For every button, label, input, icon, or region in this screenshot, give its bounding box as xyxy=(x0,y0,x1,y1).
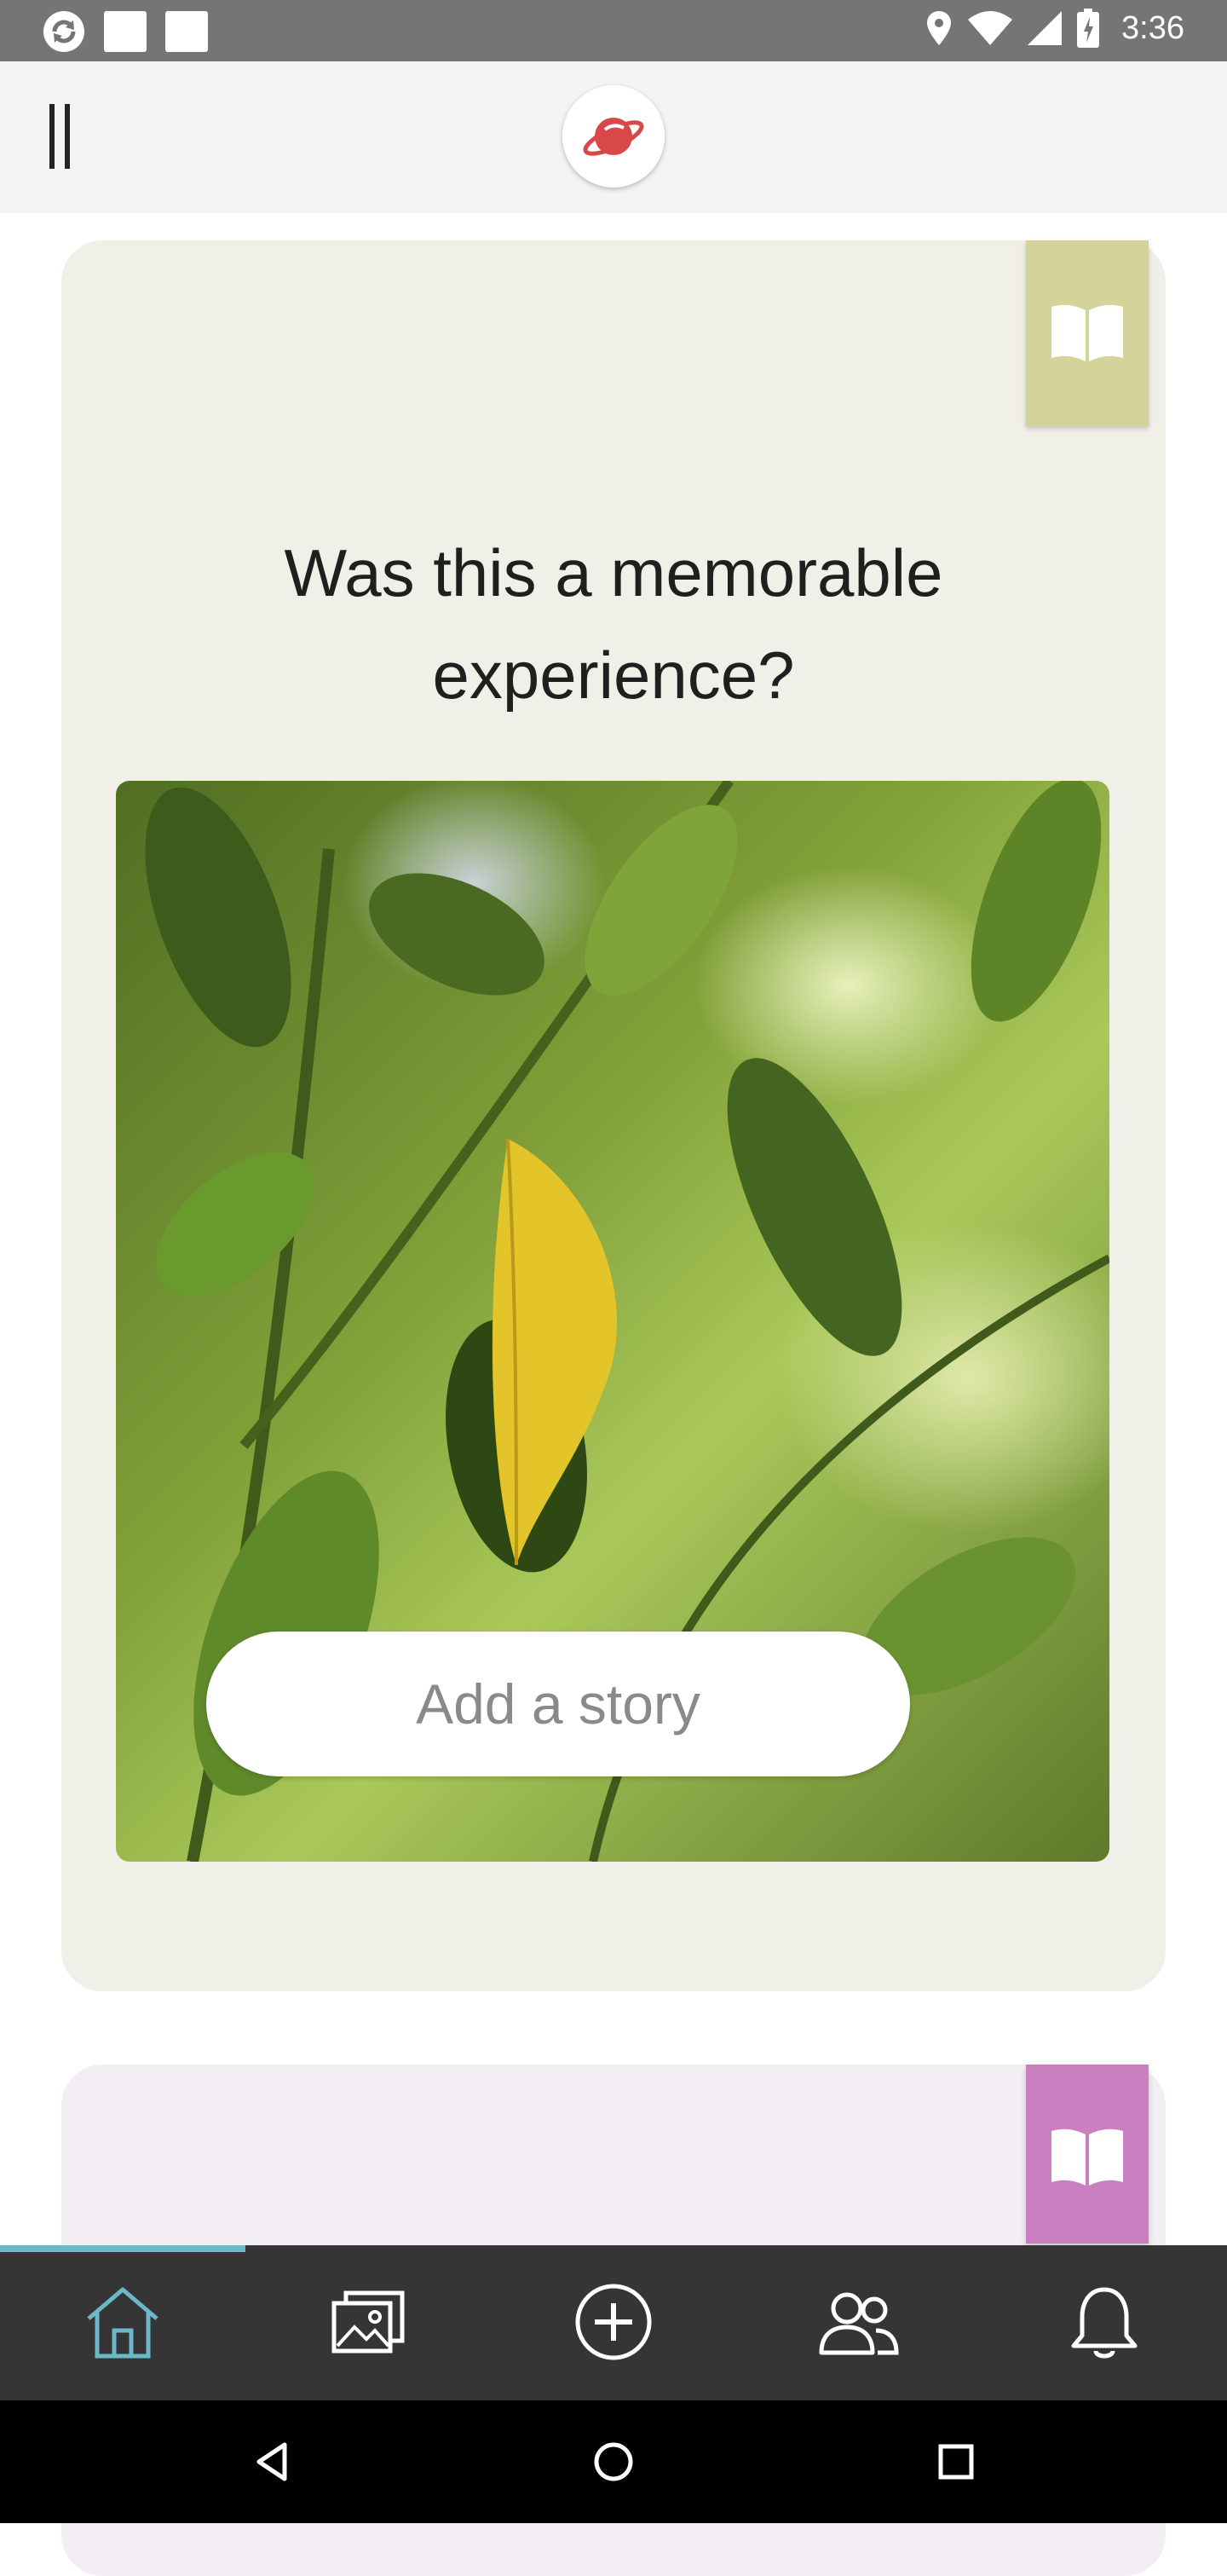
status-time: 3:36 xyxy=(1121,9,1184,46)
app-header xyxy=(0,61,1227,213)
notification-square-icon xyxy=(165,11,208,52)
notification-square-icon xyxy=(104,11,147,52)
home-icon xyxy=(87,2287,158,2359)
question-line-1: Was this a memorable xyxy=(284,535,943,610)
sync-icon xyxy=(43,11,84,52)
status-bar: 3:36 xyxy=(0,0,1227,61)
wifi-icon xyxy=(968,11,1013,45)
question-line-2: experience? xyxy=(432,638,795,713)
bell-icon xyxy=(1071,2287,1138,2359)
people-icon xyxy=(819,2292,899,2355)
menu-bars-icon[interactable] xyxy=(48,104,82,172)
location-icon xyxy=(927,11,952,45)
planet-logo-icon[interactable] xyxy=(562,85,665,188)
bottom-navigation xyxy=(0,2245,1227,2400)
nav-people[interactable] xyxy=(736,2245,982,2400)
bookmark-tab-2[interactable] xyxy=(1026,2065,1149,2244)
nav-home[interactable] xyxy=(0,2245,245,2400)
memory-card: Was this a memorable experience? Add a s… xyxy=(61,240,1166,1991)
open-book-icon xyxy=(1051,304,1123,361)
recents-icon[interactable] xyxy=(930,2436,982,2487)
back-icon[interactable] xyxy=(247,2436,298,2487)
home-circle-icon[interactable] xyxy=(588,2436,639,2487)
cell-signal-icon xyxy=(1028,11,1063,45)
system-navigation-bar xyxy=(0,2400,1227,2523)
gallery-icon xyxy=(331,2290,405,2354)
nav-add[interactable] xyxy=(491,2245,736,2400)
status-left-icons xyxy=(43,10,208,53)
battery-icon xyxy=(1077,9,1100,48)
nav-gallery[interactable] xyxy=(245,2245,491,2400)
add-story-button[interactable]: Add a story xyxy=(206,1632,910,1776)
add-circle-icon xyxy=(575,2284,652,2360)
bookmark-tab[interactable] xyxy=(1026,240,1149,426)
status-right-icons: 3:36 xyxy=(925,9,1184,48)
nav-notifications[interactable] xyxy=(982,2245,1227,2400)
memory-question: Was this a memorable experience? xyxy=(61,522,1166,726)
open-book-icon xyxy=(1051,2128,1123,2186)
